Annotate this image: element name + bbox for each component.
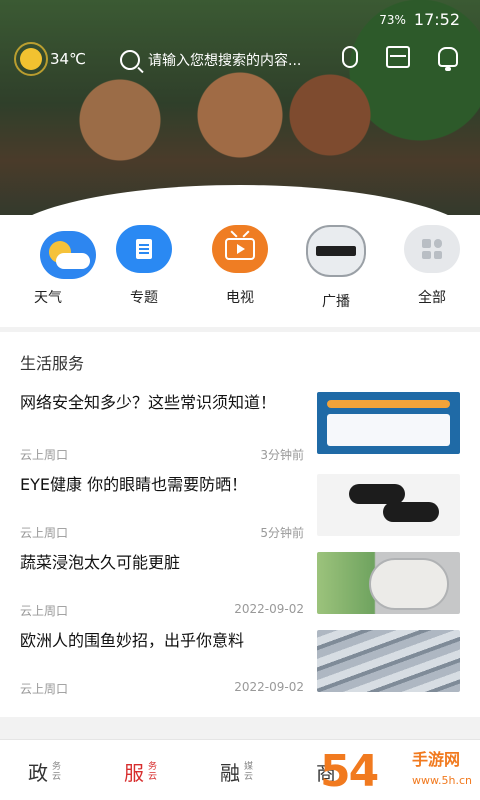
tab-big-label: 政 [28, 761, 48, 785]
battery-text: 73% [379, 12, 406, 27]
radio-badge [316, 246, 356, 256]
tab-small-label: 务云 [52, 762, 62, 782]
tab-small-label: 媒云 [244, 762, 254, 782]
shortcut-label: 广播 [322, 294, 350, 310]
shortcut-label: 天气 [34, 290, 62, 306]
scan-icon[interactable] [386, 46, 410, 68]
sun-icon [14, 42, 48, 76]
weather-icon [40, 231, 96, 279]
news-source: 云上周口 [20, 604, 69, 618]
clock: 17:52 [413, 10, 460, 29]
microphone-icon[interactable] [342, 46, 358, 68]
shortcut-label: 电视 [226, 290, 254, 306]
tab-big-label: 融 [220, 761, 240, 785]
shortcut-grid: 天气 专题 电视 广播 全部 [0, 215, 480, 327]
news-item[interactable]: 蔬菜浸泡太久可能更脏 云上周口 2022-09-02 [0, 550, 480, 630]
status-right: 73% 17:52 [379, 10, 460, 29]
news-thumbnail [317, 392, 460, 454]
weather-summary[interactable]: 34℃ [14, 42, 86, 76]
temperature: 34℃ [50, 50, 86, 68]
grid-icon [404, 225, 460, 273]
shortcut-tv[interactable]: 电视 [200, 225, 280, 307]
news-thumbnail [317, 552, 460, 614]
news-title: 蔬菜浸泡太久可能更脏 [20, 553, 181, 572]
top-bar: 34℃ 请输入您想搜索的内容... [0, 42, 480, 78]
news-time: 5分钟前 [260, 526, 304, 540]
tab-service[interactable]: 服 务云 [124, 762, 160, 784]
life-service-section: 生活服务 网络安全知多少？这些常识须知道！ 云上周口 3分钟前 EYE健康 你的… [0, 332, 480, 717]
tab-big-label: 服 [124, 761, 144, 785]
search-icon [120, 50, 140, 70]
shortcut-label: 专题 [130, 290, 158, 306]
document-icon [136, 239, 152, 259]
top-actions [342, 46, 458, 71]
news-thumbnail [317, 630, 460, 692]
news-title: 欧洲人的围鱼妙招，出乎你意料 [20, 631, 245, 650]
news-thumbnail [317, 474, 460, 536]
search-bar[interactable]: 请输入您想搜索的内容... [120, 47, 320, 73]
news-item[interactable]: 网络安全知多少？这些常识须知道！ 云上周口 3分钟前 [0, 390, 480, 470]
news-title: 网络安全知多少？这些常识须知道！ [20, 393, 277, 412]
search-placeholder: 请输入您想搜索的内容... [148, 53, 302, 69]
news-source: 云上周口 [20, 682, 69, 696]
news-title: EYE健康 你的眼睛也需要防晒！ [20, 475, 248, 494]
play-icon [237, 244, 245, 254]
status-bar: 73% 17:52 [0, 8, 480, 32]
news-item[interactable]: 欧洲人的围鱼妙招，出乎你意料 云上周口 2022-09-02 [0, 628, 480, 708]
tab-gov[interactable]: 政 务云 [28, 762, 64, 784]
shortcut-weather[interactable]: 天气 [8, 225, 96, 307]
watermark: 54 手游网 www.5h.cn [312, 740, 480, 800]
tab-media[interactable]: 融 媒云 [220, 762, 256, 784]
sunglasses-lens [383, 502, 439, 522]
tv-frame [225, 238, 255, 260]
tv-icon [212, 225, 268, 273]
sunglasses-lens [349, 484, 405, 504]
shortcut-all[interactable]: 全部 [392, 225, 472, 307]
grid-shape [422, 239, 442, 259]
watermark-name: 手游网 [412, 750, 461, 769]
news-time: 3分钟前 [260, 448, 304, 462]
radio-icon [306, 225, 366, 277]
tab-small-label: 务云 [148, 762, 158, 782]
shortcut-radio[interactable]: 广播 [296, 225, 376, 311]
news-source: 云上周口 [20, 526, 69, 540]
watermark-number: 54 [320, 746, 379, 797]
bell-icon[interactable] [438, 47, 458, 71]
news-time: 2022-09-02 [234, 680, 304, 694]
news-item[interactable]: EYE健康 你的眼睛也需要防晒！ 云上周口 5分钟前 [0, 472, 480, 552]
shortcut-topic[interactable]: 专题 [104, 225, 184, 307]
topic-icon [116, 225, 172, 273]
shortcut-label: 全部 [418, 290, 446, 306]
news-time: 2022-09-02 [234, 602, 304, 616]
watermark-url: www.5h.cn [412, 774, 472, 787]
section-title: 生活服务 [20, 354, 85, 373]
news-source: 云上周口 [20, 448, 69, 462]
